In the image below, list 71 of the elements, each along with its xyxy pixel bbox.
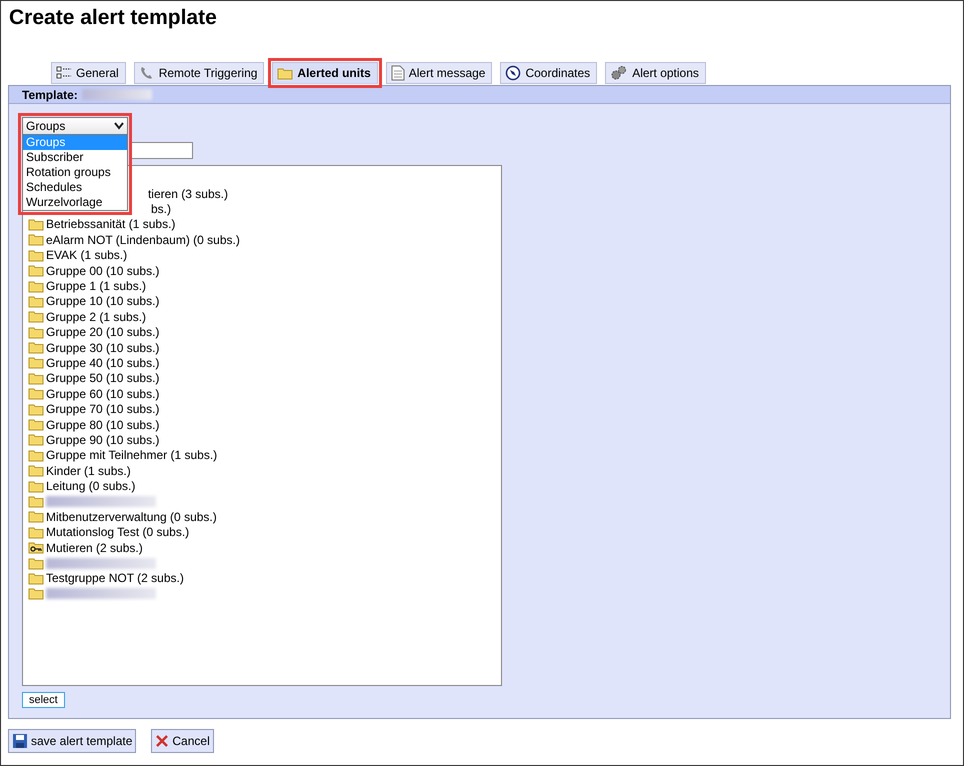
folder-icon [28,264,44,278]
folder-icon [277,66,294,80]
tree-item[interactable]: Mutationslog Test (0 subs.) [46,525,190,540]
tree-item[interactable]: Kinder (1 subs.) [46,464,131,478]
tree-item[interactable]: Gruppe 40 (10 subs.) [46,356,160,370]
select-button[interactable]: select [22,692,65,708]
tab[interactable]: Coordinates [500,62,598,84]
tab[interactable]: Alert options [605,62,706,84]
checklist-icon [56,66,72,80]
filter-field[interactable] [131,142,193,159]
unit-type-select[interactable]: Groups [22,117,128,135]
folder-icon [28,294,44,308]
folder-icon [28,402,44,416]
tree-item[interactable]: Gruppe 50 (10 subs.) [46,371,160,386]
save-icon [12,733,28,749]
tree-item[interactable]: Betriebssanität (1 subs.) [46,217,176,232]
tab[interactable]: Alert message [386,62,492,84]
folder-icon [28,341,44,354]
tab[interactable]: Remote Triggering [134,62,264,84]
tab[interactable]: General [51,62,126,84]
tree-item[interactable]: eAlarm NOT (Lindenbaum) (0 subs.) [46,232,240,247]
tree-item[interactable]: Gruppe 90 (10 subs.) [46,432,160,447]
folder-icon [28,587,44,600]
save-button[interactable]: save alert template [8,729,136,753]
tree-item[interactable]: Gruppe 1 (1 subs.) [46,279,146,294]
phone-icon [138,66,155,80]
folder-icon [28,556,44,570]
chevron-icon [114,122,124,130]
gears-icon [610,65,628,81]
folder-icon [28,218,44,231]
tree-item[interactable]: Mitbenutzerverwaltung (0 subs.) [46,510,217,524]
tree-item[interactable]: Mutieren (2 subs.) [46,540,143,555]
tree-item[interactable]: Gruppe 70 (10 subs.) [46,402,160,416]
tree-item[interactable]: Gruppe 30 (10 subs.) [46,340,160,355]
tree-item[interactable]: bs.) [150,202,171,216]
document-icon [390,65,405,81]
tree-item[interactable]: Gruppe 20 (10 subs.) [46,325,160,340]
folder-icon [28,464,44,478]
folder-icon [28,495,44,508]
folder-icon [28,418,44,432]
tree-item[interactable]: EVAK (1 subs.) [46,248,128,262]
folder-icon [28,448,44,462]
close-icon [155,734,170,748]
folder-icon [28,480,44,493]
folder-icon [28,326,44,339]
cancel-button[interactable]: Cancel [151,729,214,753]
folder-icon [28,248,44,262]
tree-item[interactable]: Gruppe 00 (10 subs.) [46,264,160,278]
tree-item[interactable]: Testgruppe NOT (2 subs.) [46,571,184,586]
folder-icon [28,572,44,585]
template-label: Template: [22,88,78,102]
folder-icon [28,233,44,246]
compass-icon [505,65,522,81]
tree-item[interactable]: tieren (3 subs.) [148,186,228,201]
folder-icon [28,526,44,539]
page-title: Create alert template [8,5,218,31]
tree-item[interactable]: Gruppe 80 (10 subs.) [46,418,160,432]
folder-icon [28,510,44,524]
folder-icon [28,356,44,370]
folder-icon [28,387,44,400]
tree-item[interactable]: Leitung (0 subs.) [46,479,136,494]
folder-icon [28,372,44,385]
key-folder-icon [28,541,44,554]
folder-icon [28,280,44,293]
folder-icon [28,310,44,324]
tab[interactable]: Alerted units [272,62,378,84]
tree-item[interactable]: Gruppe mit Teilnehmer (1 subs.) [46,448,218,462]
folder-icon [28,433,44,446]
tree-item[interactable]: Gruppe 60 (10 subs.) [46,386,160,401]
tree-item[interactable]: Gruppe 2 (1 subs.) [46,310,146,324]
tree-item[interactable]: Gruppe 10 (10 subs.) [46,294,160,308]
